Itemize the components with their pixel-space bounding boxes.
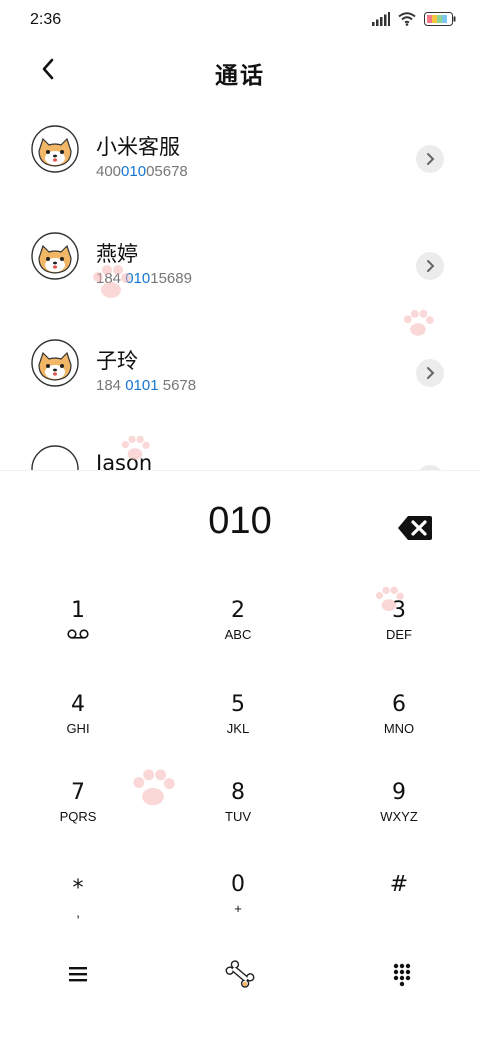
chevron-right-icon [427,153,435,165]
shiba-avatar-icon [31,232,79,280]
chevron-right-icon [427,260,435,272]
contact-detail-button[interactable] [416,252,444,280]
paw-print-icon [375,586,404,612]
avatar [31,232,79,280]
status-time: 2:36 [30,11,62,28]
key-digit: 1 [71,598,85,623]
key-letters: , [76,905,80,920]
key-letters: PQRS [59,809,97,824]
header: 通话 [0,40,480,100]
key-letters: WXYZ [380,809,418,824]
paw-print-icon [133,769,175,806]
key-star[interactable]: * , [18,876,138,920]
contact-row[interactable]: 小米客服 40001005678 [0,105,480,195]
key-letters: MNO [383,721,415,736]
contact-number: 40001005678 [96,163,188,180]
contact-number: 184 0101 5678 [96,377,197,394]
key-6[interactable]: 6 MNO [339,692,459,736]
call-button[interactable] [222,956,258,992]
key-letters: GHI [66,721,90,736]
key-digit: * [72,876,84,901]
menu-icon [69,967,87,982]
key-hash[interactable]: # [339,872,459,898]
key-7[interactable]: 7 PQRS [18,780,138,824]
key-4[interactable]: 4 GHI [18,692,138,736]
key-letters: ABC [224,627,252,642]
paw-print-icon [93,265,131,298]
key-9[interactable]: 9 WXYZ [339,780,459,824]
bone-icon [225,960,255,988]
key-digit: 6 [392,692,406,717]
shiba-avatar-icon [31,339,79,387]
key-digit: 0 [231,872,245,897]
signal-icon [372,12,390,26]
key-digit: 7 [71,780,85,805]
keypad-icon [393,963,411,987]
key-0[interactable]: 0 + [178,872,298,916]
page-title: 通话 [215,63,265,89]
keypad-toggle-button[interactable] [384,956,420,992]
key-1[interactable]: 1 [18,598,138,644]
key-digit: 8 [231,780,245,805]
key-letters: JKL [226,721,250,736]
status-bar: 2:36 [0,0,480,40]
avatar [31,339,79,387]
key-2[interactable]: 2 ABC [178,598,298,642]
contact-name: 子玲 [96,349,138,373]
key-letters: DEF [386,627,412,642]
menu-button[interactable] [60,956,96,992]
battery-icon [424,12,456,26]
wifi-icon [398,12,416,26]
key-digit: 5 [231,692,245,717]
contact-row[interactable]: 燕婷 184 01015689 [0,212,480,302]
chevron-right-icon [427,367,435,379]
key-8[interactable]: 8 TUV [178,780,298,824]
key-digit: 2 [231,598,245,623]
shiba-avatar-icon [31,125,79,173]
avatar [31,125,79,173]
key-digit: 4 [71,692,85,717]
key-5[interactable]: 5 JKL [178,692,298,736]
voicemail-icon [67,629,89,639]
contact-list: 小米客服 40001005678 燕婷 184 01015689 子玲 184 … [0,105,480,470]
status-icons [372,12,456,26]
key-digit: # [389,872,409,897]
contact-row[interactable]: Jason [0,425,480,470]
contact-detail-button[interactable] [416,359,444,387]
key-letters: TUV [225,809,251,824]
paw-print-icon [121,435,150,461]
paw-print-icon [403,309,434,336]
key-digit: 9 [392,780,406,805]
divider [0,470,480,471]
backspace-button[interactable] [397,514,433,542]
contact-detail-button[interactable] [416,145,444,173]
key-letters: + [234,901,242,916]
contact-name: 小米客服 [96,135,180,159]
backspace-icon [398,516,432,540]
avatar [31,445,79,470]
shiba-avatar-icon [31,445,79,470]
